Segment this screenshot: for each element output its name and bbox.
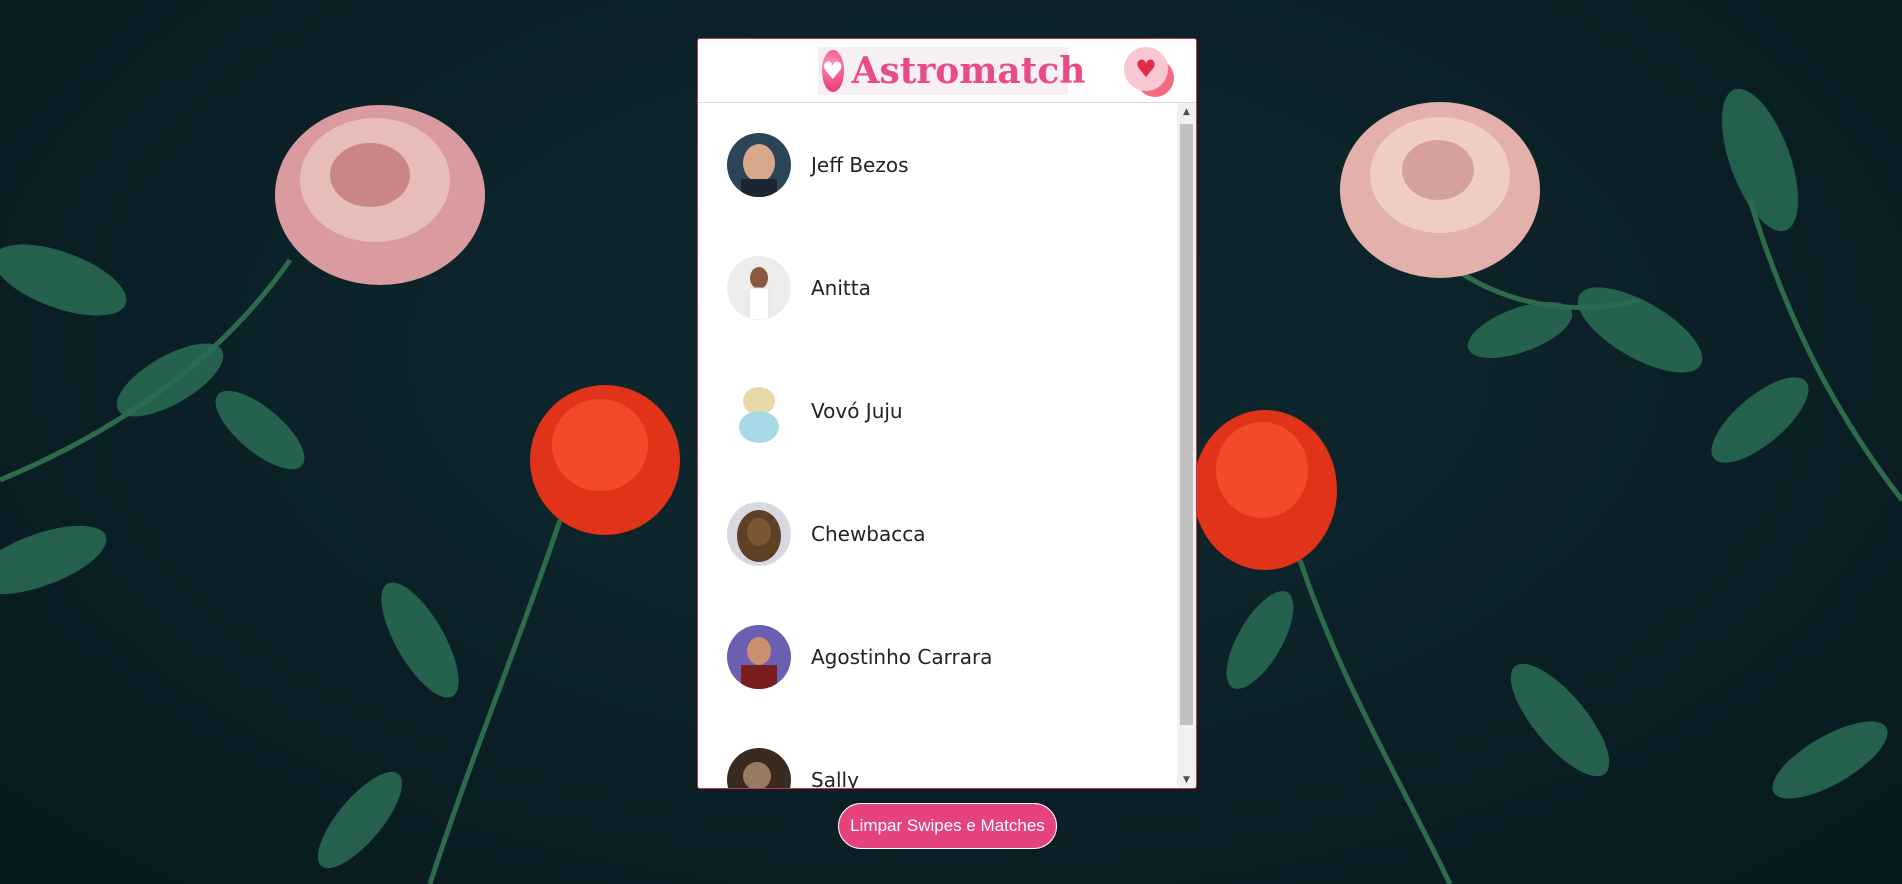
scroll-up-icon[interactable]: ▲ [1177, 103, 1196, 120]
match-item[interactable]: Vovó Juju [698, 349, 1177, 472]
scroll-down-icon[interactable]: ▼ [1177, 771, 1196, 788]
avatar [727, 624, 791, 689]
match-item[interactable]: Sally [698, 718, 1177, 788]
scrollbar[interactable]: ▲ ▼ [1177, 103, 1196, 788]
scroll-thumb[interactable] [1180, 124, 1193, 725]
match-item[interactable]: Chewbacca [698, 472, 1177, 595]
matches-list[interactable]: Jeff Bezos Anitta Vovó Juju Chewbacca Ag… [698, 103, 1177, 788]
avatar [727, 501, 791, 566]
heart-icon: ♥ [822, 50, 844, 92]
app-header: ♥ Astromatch ♥ [698, 39, 1196, 103]
match-name: Chewbacca [811, 521, 926, 546]
match-item[interactable]: Anitta [698, 226, 1177, 349]
match-name: Sally [811, 767, 859, 789]
logo: ♥ Astromatch [818, 47, 1085, 95]
clear-swipes-button[interactable]: Limpar Swipes e Matches [838, 803, 1057, 849]
avatar [727, 132, 791, 197]
match-item[interactable]: Agostinho Carrara [698, 595, 1177, 718]
matches-list-container: Jeff Bezos Anitta Vovó Juju Chewbacca Ag… [698, 103, 1196, 788]
match-name: Vovó Juju [811, 398, 903, 423]
match-item[interactable]: Jeff Bezos [698, 103, 1177, 226]
match-name: Jeff Bezos [811, 152, 909, 177]
match-name: Anitta [811, 275, 871, 300]
avatar [727, 747, 791, 788]
heart-chat-icon: ♥ [1124, 47, 1168, 91]
logo-text: Astromatch [851, 50, 1086, 92]
match-name: Agostinho Carrara [811, 644, 993, 669]
avatar [727, 255, 791, 320]
avatar [727, 378, 791, 443]
app-card: ♥ Astromatch ♥ Jeff Bezos Anitta Vovó Ju… [697, 38, 1197, 789]
matches-button[interactable]: ♥ [1122, 45, 1178, 99]
